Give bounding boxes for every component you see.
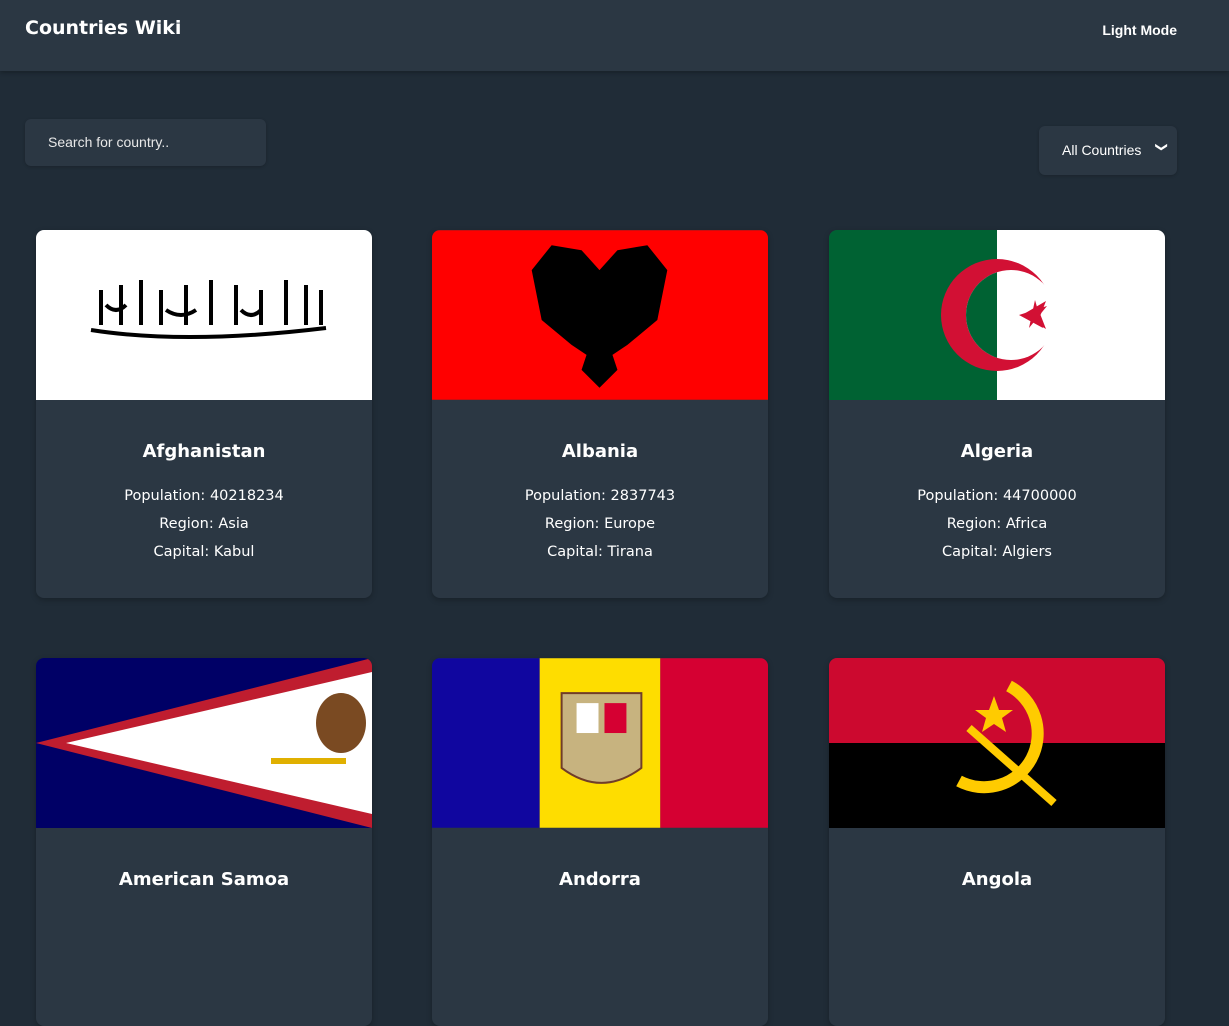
- search-input[interactable]: Search for country..: [25, 119, 266, 166]
- country-name: American Samoa: [118, 869, 290, 890]
- flag-algeria: [829, 230, 1165, 400]
- flag-andorra: [432, 658, 768, 828]
- country-card-afghanistan[interactable]: Afghanistan Population: 40218234 Region:…: [36, 230, 372, 598]
- country-name: Albania: [561, 441, 639, 462]
- capital: Capital: Algiers: [942, 544, 1052, 560]
- light-mode-toggle[interactable]: Light Mode: [1102, 22, 1177, 38]
- chevron-down-icon: ❯: [1154, 141, 1169, 153]
- flag-angola: [829, 658, 1165, 828]
- country-name: Algeria: [960, 441, 1034, 462]
- population: Population: 44700000: [917, 488, 1077, 504]
- region: Region: Asia: [159, 516, 249, 532]
- country-card-albania[interactable]: Albania Population: 2837743 Region: Euro…: [432, 230, 768, 598]
- country-card-andorra[interactable]: Andorra: [432, 658, 768, 1026]
- region: Region: Europe: [544, 516, 656, 532]
- country-name: Andorra: [559, 869, 641, 890]
- region-filter-value: All Countries: [1062, 142, 1142, 158]
- population: Population: 40218234: [124, 488, 284, 504]
- country-card-american-samoa[interactable]: American Samoa: [36, 658, 372, 1026]
- country-card-angola[interactable]: Angola: [829, 658, 1165, 1026]
- country-card-algeria[interactable]: Algeria Population: 44700000 Region: Afr…: [829, 230, 1165, 598]
- region-filter-select[interactable]: All Countries ❯: [1039, 126, 1177, 175]
- capital: Capital: Kabul: [153, 544, 255, 560]
- country-name: Afghanistan: [142, 441, 266, 462]
- population: Population: 2837743: [524, 488, 676, 504]
- capital: Capital: Tirana: [547, 544, 653, 560]
- app-title: Countries Wiki: [25, 17, 182, 39]
- flag-american-samoa: [36, 658, 372, 828]
- region: Region: Africa: [946, 516, 1048, 532]
- flag-afghanistan: [36, 230, 372, 400]
- header: Countries Wiki Light Mode: [0, 0, 1229, 71]
- country-name: Angola: [961, 869, 1033, 890]
- flag-albania: [432, 230, 768, 400]
